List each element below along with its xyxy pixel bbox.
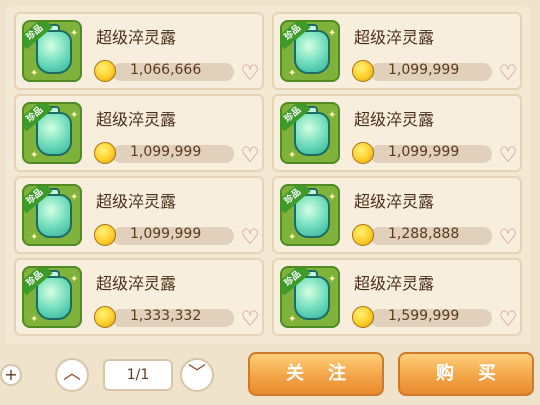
sparkle-icon: ✦ xyxy=(288,314,297,325)
coin-icon xyxy=(352,142,374,164)
buy-button[interactable]: 购买 xyxy=(398,352,534,396)
item-name: 超级淬灵露 xyxy=(96,110,177,129)
page-up-button[interactable]: ︿ xyxy=(55,358,89,392)
item-price: 1,099,999 xyxy=(388,144,460,160)
sparkle-icon: ✦ xyxy=(288,150,297,161)
coin-icon xyxy=(352,306,374,328)
heart-icon[interactable]: ♡ xyxy=(238,226,262,248)
item-card[interactable]: ✦ ✦ 珍品 超级淬灵露 1,599,999 ♡ xyxy=(272,258,522,336)
page-down-button[interactable]: ﹀ xyxy=(180,358,214,392)
item-name: 超级淬灵露 xyxy=(354,110,435,129)
coin-icon xyxy=(94,306,116,328)
sparkle-icon: ✦ xyxy=(30,150,39,161)
follow-button[interactable]: 关注 xyxy=(248,352,384,396)
chevron-down-icon: ﹀ xyxy=(188,363,206,384)
coin-icon xyxy=(94,142,116,164)
item-price: 1,099,999 xyxy=(130,144,202,160)
heart-icon[interactable]: ♡ xyxy=(238,144,262,166)
heart-icon[interactable]: ♡ xyxy=(238,62,262,84)
sparkle-icon: ✦ xyxy=(328,274,337,285)
elixir-bottle-icon: ✦ ✦ 珍品 xyxy=(22,184,82,246)
coin-icon xyxy=(352,224,374,246)
item-price: 1,599,999 xyxy=(388,308,460,324)
item-name: 超级淬灵露 xyxy=(354,274,435,293)
sparkle-icon: ✦ xyxy=(30,68,39,79)
item-card[interactable]: ✦ ✦ 珍品 超级淬灵露 1,288,888 ♡ xyxy=(272,176,522,254)
sparkle-icon: ✦ xyxy=(30,232,39,243)
sparkle-icon: ✦ xyxy=(288,68,297,79)
chevron-up-icon: ︿ xyxy=(63,363,81,384)
item-price: 1,288,888 xyxy=(388,226,460,242)
sparkle-icon: ✦ xyxy=(70,274,79,285)
item-name: 超级淬灵露 xyxy=(96,28,177,47)
sparkle-icon: ✦ xyxy=(30,314,39,325)
item-card[interactable]: ✦ ✦ 珍品 超级淬灵露 1,099,999 ♡ xyxy=(14,94,264,172)
item-name: 超级淬灵露 xyxy=(354,28,435,47)
heart-icon[interactable]: ♡ xyxy=(496,308,520,330)
elixir-bottle-icon: ✦ ✦ 珍品 xyxy=(280,184,340,246)
elixir-bottle-icon: ✦ ✦ 珍品 xyxy=(22,266,82,328)
sparkle-icon: ✦ xyxy=(328,28,337,39)
item-card[interactable]: ✦ ✦ 珍品 超级淬灵露 1,099,999 ♡ xyxy=(272,94,522,172)
add-button[interactable]: + xyxy=(0,364,22,386)
elixir-bottle-icon: ✦ ✦ 珍品 xyxy=(22,102,82,164)
sparkle-icon: ✦ xyxy=(70,192,79,203)
coin-icon xyxy=(352,60,374,82)
item-card[interactable]: ✦ ✦ 珍品 超级淬灵露 1,099,999 ♡ xyxy=(14,176,264,254)
item-card[interactable]: ✦ ✦ 珍品 超级淬灵露 1,066,666 ♡ xyxy=(14,12,264,90)
item-price: 1,099,999 xyxy=(130,226,202,242)
sparkle-icon: ✦ xyxy=(288,232,297,243)
heart-icon[interactable]: ♡ xyxy=(496,226,520,248)
sparkle-icon: ✦ xyxy=(328,192,337,203)
sparkle-icon: ✦ xyxy=(70,110,79,121)
item-price: 1,333,332 xyxy=(130,308,202,324)
sparkle-icon: ✦ xyxy=(70,28,79,39)
coin-icon xyxy=(94,60,116,82)
elixir-bottle-icon: ✦ ✦ 珍品 xyxy=(280,102,340,164)
heart-icon[interactable]: ♡ xyxy=(238,308,262,330)
item-card[interactable]: ✦ ✦ 珍品 超级淬灵露 1,099,999 ♡ xyxy=(272,12,522,90)
page-indicator: 1/1 xyxy=(103,359,173,391)
item-name: 超级淬灵露 xyxy=(96,274,177,293)
sparkle-icon: ✦ xyxy=(328,110,337,121)
item-name: 超级淬灵露 xyxy=(354,192,435,211)
elixir-bottle-icon: ✦ ✦ 珍品 xyxy=(22,20,82,82)
coin-icon xyxy=(94,224,116,246)
elixir-bottle-icon: ✦ ✦ 珍品 xyxy=(280,266,340,328)
item-card[interactable]: ✦ ✦ 珍品 超级淬灵露 1,333,332 ♡ xyxy=(14,258,264,336)
heart-icon[interactable]: ♡ xyxy=(496,62,520,84)
item-name: 超级淬灵露 xyxy=(96,192,177,211)
item-price: 1,099,999 xyxy=(388,62,460,78)
item-price: 1,066,666 xyxy=(130,62,202,78)
heart-icon[interactable]: ♡ xyxy=(496,144,520,166)
elixir-bottle-icon: ✦ ✦ 珍品 xyxy=(280,20,340,82)
